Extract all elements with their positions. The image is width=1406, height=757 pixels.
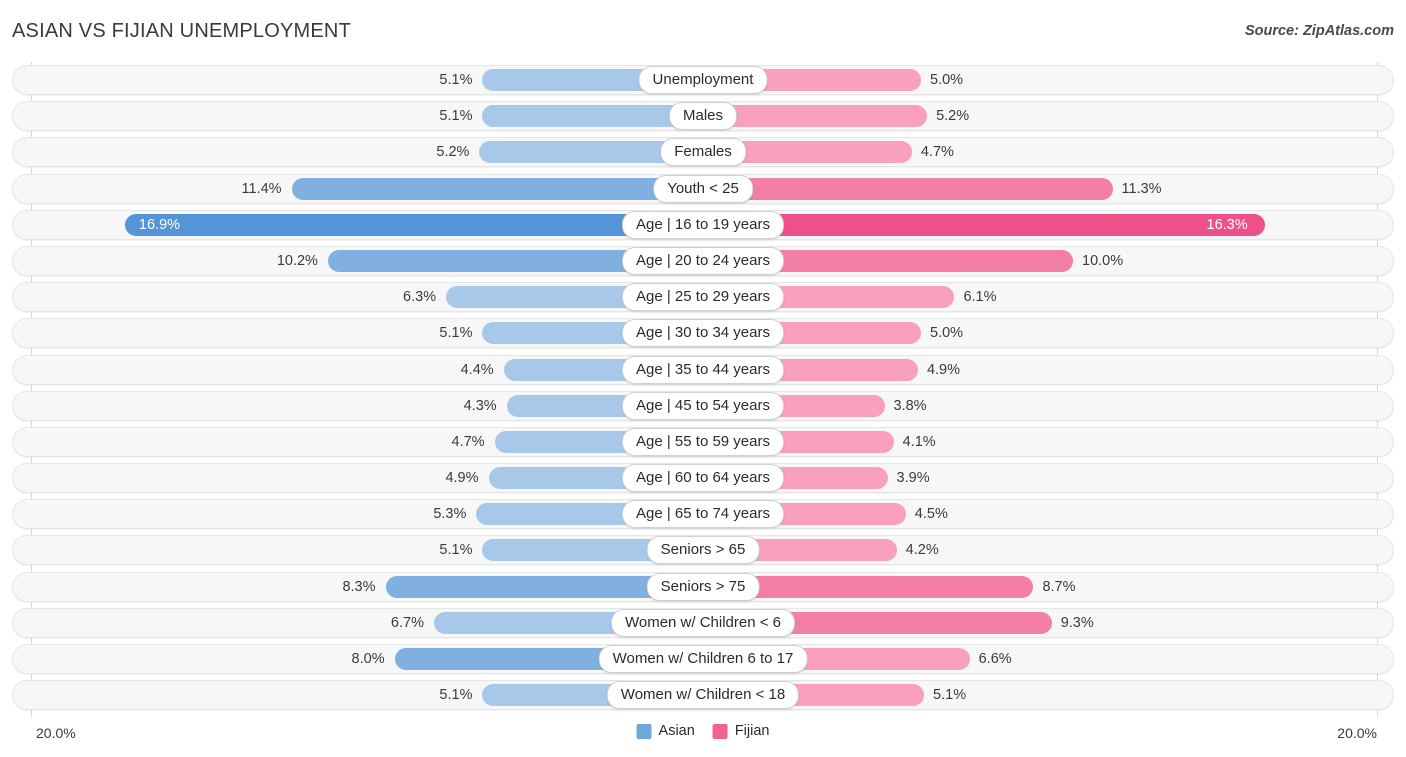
axis-max-left: 20.0% xyxy=(36,725,76,741)
chart-footer: 20.0% 20.0% Asian Fijian xyxy=(0,717,1406,757)
table-row: 5.1% 5.0% Age | 30 to 34 years xyxy=(0,315,1406,351)
legend-swatch-icon xyxy=(712,723,728,739)
category-label: Males xyxy=(668,102,738,131)
legend-label: Fijian xyxy=(734,723,770,739)
value-label-asian: 5.1% xyxy=(439,325,473,342)
value-label-fijian: 3.9% xyxy=(896,470,930,487)
value-label-fijian: 5.1% xyxy=(933,687,967,704)
table-row: 4.3% 3.8% Age | 45 to 54 years xyxy=(0,388,1406,424)
category-label: Age | 25 to 29 years xyxy=(622,283,784,312)
value-label-asian: 5.1% xyxy=(439,72,473,88)
value-label-fijian: 5.0% xyxy=(930,72,964,88)
legend-item[interactable]: Fijian xyxy=(712,723,770,739)
value-label-asian: 8.3% xyxy=(342,578,376,595)
value-label-fijian: 4.9% xyxy=(926,361,961,378)
value-label-fijian: 9.3% xyxy=(1060,614,1094,631)
value-label-fijian: 6.1% xyxy=(963,289,997,306)
chart-root: ASIAN VS FIJIAN UNEMPLOYMENT Source: Zip… xyxy=(0,0,1406,757)
source-attribution: Source: ZipAtlas.com xyxy=(1244,23,1394,39)
table-row: 6.3% 6.1% Age | 25 to 29 years xyxy=(0,279,1406,315)
bar-asian xyxy=(291,177,703,200)
table-row: 16.9% 16.3% Age | 16 to 19 years xyxy=(0,207,1406,243)
category-label: Age | 55 to 59 years xyxy=(622,427,784,456)
value-label-asian: 6.7% xyxy=(390,614,424,631)
value-label-fijian: 5.0% xyxy=(930,325,964,342)
value-label-asian: 5.1% xyxy=(439,542,473,559)
category-label: Age | 45 to 54 years xyxy=(622,391,784,420)
table-row: 4.4% 4.9% Age | 35 to 44 years xyxy=(0,352,1406,388)
category-label: Women w/ Children < 18 xyxy=(606,681,800,710)
table-row: 6.7% 9.3% Women w/ Children < 6 xyxy=(0,605,1406,641)
category-label: Unemployment xyxy=(638,66,768,94)
value-label-asian: 4.9% xyxy=(445,470,479,487)
legend-item[interactable]: Asian xyxy=(636,723,695,739)
value-label-fijian: 8.7% xyxy=(1042,578,1076,595)
page-title: ASIAN VS FIJIAN UNEMPLOYMENT xyxy=(12,20,351,42)
value-label-asian: 5.2% xyxy=(436,144,470,161)
value-label-asian: 5.1% xyxy=(439,687,473,704)
value-label-asian: 5.3% xyxy=(433,506,467,523)
value-label-fijian: 11.3% xyxy=(1121,180,1162,197)
value-label-fijian: 16.3% xyxy=(1206,216,1248,233)
table-row: 4.7% 4.1% Age | 55 to 59 years xyxy=(0,424,1406,460)
value-label-fijian: 4.2% xyxy=(905,542,939,559)
category-label: Age | 60 to 64 years xyxy=(622,464,784,493)
table-row: 5.3% 4.5% Age | 65 to 74 years xyxy=(0,496,1406,532)
value-label-fijian: 5.2% xyxy=(936,108,970,125)
category-label: Age | 16 to 19 years xyxy=(622,210,784,239)
value-label-asian: 6.3% xyxy=(403,289,437,306)
value-label-fijian: 4.5% xyxy=(914,506,948,523)
category-label: Females xyxy=(660,138,746,167)
table-row: 8.0% 6.6% Women w/ Children 6 to 17 xyxy=(0,641,1406,677)
table-row: 5.1% 5.0% Unemployment xyxy=(0,62,1406,98)
bar-fijian xyxy=(703,213,1265,236)
value-label-asian: 10.2% xyxy=(276,252,318,269)
value-label-asian: 4.4% xyxy=(460,361,494,378)
table-row: 11.4% 11.3% Youth < 25 xyxy=(0,171,1406,207)
category-label: Women w/ Children < 6 xyxy=(610,608,796,637)
bar-fijian xyxy=(703,177,1113,200)
table-row: 8.3% 8.7% Seniors > 75 xyxy=(0,569,1406,605)
table-row: 5.1% 5.2% Males xyxy=(0,98,1406,134)
value-label-asian: 11.4% xyxy=(241,180,282,197)
bar-asian xyxy=(124,213,703,236)
category-label: Age | 20 to 24 years xyxy=(622,246,784,275)
bar-rows-container: 5.1% 5.0% Unemployment 5.1% 5.2% Males 5.2% 4.7… xyxy=(0,62,1406,713)
value-label-fijian: 10.0% xyxy=(1082,252,1124,269)
value-label-fijian: 3.8% xyxy=(893,397,927,414)
chart-header: ASIAN VS FIJIAN UNEMPLOYMENT Source: Zip… xyxy=(0,0,1406,62)
table-row: 10.2% 10.0% Age | 20 to 24 years xyxy=(0,243,1406,279)
table-row: 5.1% 4.2% Seniors > 65 xyxy=(0,532,1406,568)
axis-max-right: 20.0% xyxy=(1337,725,1377,741)
value-label-asian: 16.9% xyxy=(138,216,181,233)
value-label-fijian: 6.6% xyxy=(978,651,1012,667)
legend-swatch-icon xyxy=(636,723,652,739)
category-label: Youth < 25 xyxy=(653,174,753,203)
value-label-asian: 8.0% xyxy=(351,651,385,667)
chart-legend: Asian Fijian xyxy=(636,723,770,739)
table-row: 5.2% 4.7% Females xyxy=(0,134,1406,170)
value-label-fijian: 4.1% xyxy=(902,433,936,450)
value-label-asian: 5.1% xyxy=(439,108,473,125)
table-row: 4.9% 3.9% Age | 60 to 64 years xyxy=(0,460,1406,496)
legend-label: Asian xyxy=(658,723,695,739)
value-label-fijian: 4.7% xyxy=(920,144,954,161)
category-label: Age | 65 to 74 years xyxy=(622,500,784,529)
table-row: 5.1% 5.1% Women w/ Children < 18 xyxy=(0,677,1406,713)
value-label-asian: 4.3% xyxy=(463,397,497,414)
plot-area: 5.1% 5.0% Unemployment 5.1% 5.2% Males 5.2% 4.7… xyxy=(0,62,1406,717)
category-label: Women w/ Children 6 to 17 xyxy=(598,645,808,673)
value-label-asian: 4.7% xyxy=(451,433,485,450)
category-label: Seniors > 75 xyxy=(646,572,760,601)
category-label: Seniors > 65 xyxy=(646,536,760,565)
category-label: Age | 35 to 44 years xyxy=(622,355,784,384)
category-label: Age | 30 to 34 years xyxy=(622,319,784,348)
